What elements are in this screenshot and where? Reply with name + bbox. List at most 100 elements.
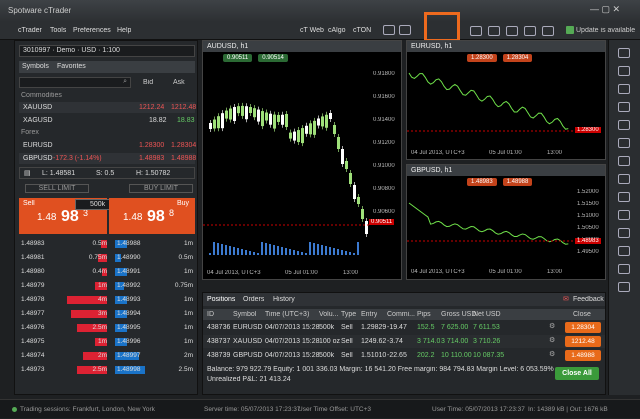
column-header[interactable]: Commi... (387, 311, 415, 318)
text-icon[interactable] (618, 228, 630, 238)
chart-ask[interactable]: 1.28304 (502, 54, 533, 62)
x-label: 13:00 (343, 270, 359, 276)
close-position-button[interactable]: 1.28304 (565, 322, 601, 333)
toolbar-icons-right[interactable] (470, 26, 554, 38)
symbol-row[interactable]: XAGUSD 18.82 18.83 (19, 115, 195, 126)
grid-icon[interactable] (618, 66, 630, 76)
position-row[interactable]: 438736 EURUSD 04/07/2013 15:28 500k Sell 1.29… (203, 321, 605, 334)
zoom-icon[interactable] (618, 138, 630, 148)
search-icon: ⌕ (123, 78, 127, 85)
symbol-row[interactable]: EURUSD 1.28300 1.28304 (19, 140, 196, 151)
group-forex[interactable]: Forex (21, 129, 39, 136)
cursor-icon[interactable] (618, 102, 630, 112)
buy-limit-button[interactable]: BUY LIMIT (129, 184, 193, 193)
cell-vol: 100 oz (319, 338, 341, 345)
chart-bid[interactable]: 1.48983 (467, 178, 497, 186)
settings-icon[interactable]: ⚙ (549, 350, 555, 358)
symbol-search-input[interactable]: ⌕ (19, 77, 131, 88)
tab-orders[interactable]: Orders (243, 296, 264, 303)
position-row[interactable]: 438739 GBPUSD 04/07/2013 15:28 500k Sell 1.51… (203, 349, 605, 362)
chart-icon[interactable] (383, 25, 395, 35)
dom-bid: 1.48979 (21, 282, 45, 289)
settings-icon[interactable]: ⚙ (549, 322, 555, 330)
column-header[interactable]: Net USD (473, 311, 501, 318)
dom-row[interactable]: 1.48975 1m 1.48996 1m (19, 336, 195, 348)
candle (353, 185, 356, 199)
chart-eurusd[interactable]: EURUSD, h1 1.28300 1.28304 1.28300 04 Ju… (406, 40, 606, 160)
list-icon[interactable] (618, 48, 630, 58)
chart-ask[interactable]: 1.48988 (502, 178, 533, 186)
buy-button[interactable]: Buy 1.48 98 8 (109, 198, 195, 234)
chart-audusd[interactable]: AUDUSD, h1 0.90511 0.90514 0.91800 0.9160… (202, 40, 402, 280)
column-header[interactable]: Gross USD (441, 311, 476, 318)
layers-icon[interactable] (618, 84, 630, 94)
link-cton[interactable]: cTON (353, 27, 371, 34)
account-selector[interactable]: 3010997 · Demo · USD · 1:100 (19, 45, 195, 57)
y-tick: 0.91400 (373, 117, 395, 123)
line-icon[interactable] (618, 156, 630, 166)
trash-icon[interactable] (618, 282, 630, 292)
close-all-button[interactable]: Close All (555, 367, 599, 380)
window-icon[interactable] (523, 26, 536, 36)
fullscreen-icon[interactable] (541, 26, 554, 36)
window-controls[interactable]: — ▢ ✕ (590, 4, 620, 15)
chart-bid[interactable]: 1.28300 (467, 54, 497, 62)
column-header[interactable]: Entry (361, 311, 377, 318)
tab-symbols[interactable]: Symbols (22, 63, 49, 70)
sell-limit-button[interactable]: SELL LIMIT (25, 184, 89, 193)
dom-row[interactable]: 1.48980 0.4m 1.48991 1m (19, 266, 195, 278)
ray-icon[interactable] (618, 192, 630, 202)
chart-gbpusd[interactable]: GBPUSD, h1 1.48983 1.48988 1.52000 1.5150… (406, 164, 606, 280)
menu-help[interactable]: Help (117, 27, 131, 34)
dom-ask: 1.48990 (117, 254, 141, 261)
close-position-button[interactable]: 1212.48 (565, 336, 601, 347)
menu-tools[interactable]: Tools (50, 27, 66, 34)
symbol-row-selected[interactable]: GBPUSD -172.3 (-1.14%) 1.48983 1.48988 (19, 153, 196, 164)
toolbar-icons[interactable] (383, 25, 411, 37)
user-time-offset[interactable]: User Time Offset: UTC+3 (298, 400, 371, 419)
dom-row[interactable]: 1.48979 1m 1.48992 0.75m (19, 280, 195, 292)
dom-ask: 1.48998 (117, 366, 141, 373)
column-header[interactable]: ID (207, 311, 214, 318)
dom-row[interactable]: 1.48973 2.5m 1.48998 2.5m (19, 364, 195, 376)
column-header[interactable]: Type (341, 311, 356, 318)
lock-icon[interactable]: ▤ (24, 169, 31, 177)
dom-row[interactable]: 1.48978 4m 1.48993 1m (19, 294, 195, 306)
symbol-row[interactable]: XAUUSD 1212.24 1212.48 (19, 102, 196, 113)
link-calgo[interactable]: cAlgo (328, 27, 346, 34)
channel-icon[interactable] (618, 210, 630, 220)
dom-row[interactable]: 1.48976 2.5m 1.48995 1m (19, 322, 195, 334)
y-tick: 1.49500 (577, 249, 599, 255)
dom-row[interactable]: 1.48981 0.75m 1.48990 0.5m (19, 252, 195, 264)
link-ctweb[interactable]: cT Web (300, 27, 324, 34)
column-header[interactable]: Close (573, 311, 591, 318)
position-row[interactable]: 438737 XAUUSD 04/07/2013 15:28 100 oz Sell 12… (203, 335, 605, 348)
column-header[interactable]: Symbol (233, 311, 256, 318)
calendar-icon[interactable] (470, 26, 482, 36)
limit-row: SELL LIMIT BUY LIMIT (19, 182, 195, 194)
settings-icon[interactable] (618, 264, 630, 274)
fib-icon[interactable] (618, 246, 630, 256)
group-commodities[interactable]: Commodities (21, 92, 62, 99)
update-available[interactable]: Update is available (576, 27, 635, 34)
dom-bid: 1.48980 (21, 268, 45, 275)
close-position-button[interactable]: 1.48988 (565, 350, 601, 361)
menu-preferences[interactable]: Preferences (73, 27, 111, 34)
dom-row[interactable]: 1.48983 0.5m 1.48988 1m (19, 238, 195, 250)
settings-icon[interactable]: ⚙ (549, 336, 555, 344)
sound-icon[interactable] (487, 26, 500, 36)
hline-icon[interactable] (618, 174, 630, 184)
dom-row[interactable]: 1.48974 2m 1.48997 2m (19, 350, 195, 362)
tab-positions[interactable]: Positions (207, 296, 235, 303)
layout-icon[interactable] (505, 26, 518, 36)
crosshair-icon[interactable] (618, 120, 630, 130)
tab-favorites[interactable]: Favorites (57, 63, 86, 70)
column-header[interactable]: Volu... (319, 311, 338, 318)
dom-row[interactable]: 1.48977 3m 1.48994 1m (19, 308, 195, 320)
column-header[interactable]: Time (UTC+3) (265, 311, 309, 318)
column-header[interactable]: Pips (417, 311, 431, 318)
menu-ctrader[interactable]: cTrader (18, 27, 42, 34)
tab-history[interactable]: History (273, 296, 295, 303)
crosshair-icon[interactable] (398, 25, 411, 35)
feedback-link[interactable]: Feedback (573, 296, 604, 303)
